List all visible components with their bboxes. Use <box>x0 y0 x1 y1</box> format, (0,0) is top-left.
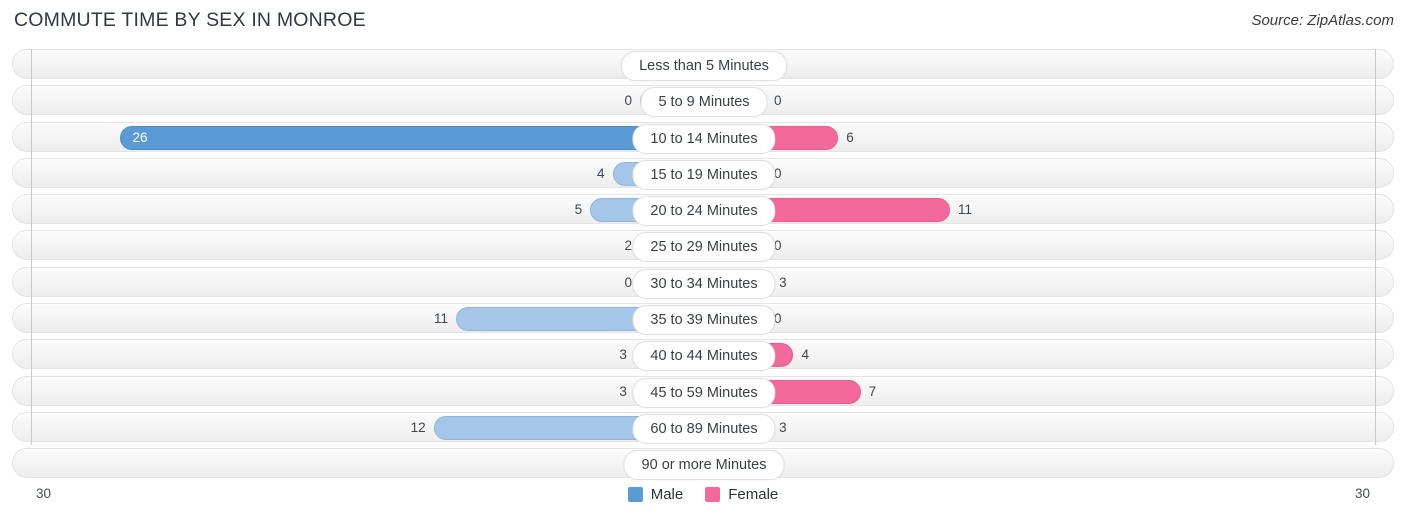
source-attribution: Source: ZipAtlas.com <box>1251 12 1394 29</box>
bar-row[interactable]: 0 3 30 to 34 Minutes <box>12 266 1394 299</box>
category-label: 5 to 9 Minutes <box>640 87 768 118</box>
chart-plot-area: 00Less than 5 Minutes005 to 9 Minutes266… <box>0 42 1406 482</box>
bar-value-male: 11 <box>433 311 448 327</box>
bar-value-male: 3 <box>619 383 627 399</box>
chart-footer: 30 30 Male Female <box>0 482 1406 523</box>
bar-row[interactable]: 26 6 10 to 14 Minutes <box>12 121 1394 154</box>
legend-item-male[interactable]: Male <box>627 486 684 503</box>
bar-value-male: 5 <box>574 202 583 218</box>
bar-value-male: 3 <box>619 347 627 363</box>
bar-value-male: 12 <box>410 419 426 435</box>
bar-row[interactable]: 0090 or more Minutes <box>12 448 1394 481</box>
category-label: 90 or more Minutes <box>623 450 785 481</box>
legend-label-male: Male <box>650 486 684 503</box>
category-label: 30 to 34 Minutes <box>632 268 776 299</box>
bar-row[interactable]: 00Less than 5 Minutes <box>12 49 1394 81</box>
bar-rows-container: 00Less than 5 Minutes005 to 9 Minutes266… <box>12 49 1394 485</box>
category-label: 60 to 89 Minutes <box>632 413 776 444</box>
category-label: 20 to 24 Minutes <box>632 196 776 227</box>
bar-value-female: 3 <box>779 274 787 290</box>
category-label: 45 to 59 Minutes <box>632 377 776 408</box>
bar-value-male: 4 <box>597 165 605 181</box>
legend-swatch-male-icon <box>627 487 643 502</box>
legend-label-female: Female <box>728 486 779 503</box>
chart-header: COMMUTE TIME BY SEX IN MONROE Source: Zi… <box>0 0 1406 42</box>
legend-item-female[interactable]: Female <box>705 486 778 503</box>
category-label: 40 to 44 Minutes <box>632 341 776 372</box>
bar-value-male: 26 <box>132 129 148 145</box>
bar-value-female: 6 <box>846 129 854 145</box>
bar-value-female: 7 <box>868 383 877 399</box>
bar-value-male: 0 <box>624 274 632 290</box>
category-label: 10 to 14 Minutes <box>632 123 776 154</box>
bar-row[interactable]: 12 3 60 to 89 Minutes <box>12 411 1394 444</box>
axis-line-right <box>1375 49 1376 445</box>
bar-value-female: 4 <box>801 347 809 363</box>
category-label: 35 to 39 Minutes <box>632 305 776 336</box>
bar-row[interactable]: 3 4 40 to 44 Minutes <box>12 339 1394 372</box>
bar-value-male: 2 <box>624 238 632 254</box>
page-title: COMMUTE TIME BY SEX IN MONROE <box>14 9 366 31</box>
bar-row[interactable]: 4 0 15 to 19 Minutes <box>12 157 1394 190</box>
bar-male[interactable] <box>120 125 702 150</box>
bar-row[interactable]: 5 11 20 to 24 Minutes <box>12 194 1394 227</box>
category-label: 25 to 29 Minutes <box>632 232 776 263</box>
bar-value-male: 0 <box>624 93 632 109</box>
bar-value-female: 0 <box>774 93 782 109</box>
bar-row[interactable]: 11 0 35 to 39 Minutes <box>12 303 1394 336</box>
chart-legend: Male Female <box>0 486 1406 503</box>
bar-row[interactable]: 3 7 45 to 59 Minutes <box>12 375 1394 408</box>
bar-value-female: 3 <box>779 419 787 435</box>
category-label: Less than 5 Minutes <box>621 51 787 81</box>
bar-row[interactable]: 0 0 5 to 9 Minutes <box>12 85 1394 118</box>
bar-row[interactable]: 2 0 25 to 29 Minutes <box>12 230 1394 263</box>
bar-value-female: 11 <box>958 202 973 218</box>
category-label: 15 to 19 Minutes <box>632 159 776 190</box>
axis-line-left <box>31 49 32 445</box>
legend-swatch-female-icon <box>705 487 721 502</box>
